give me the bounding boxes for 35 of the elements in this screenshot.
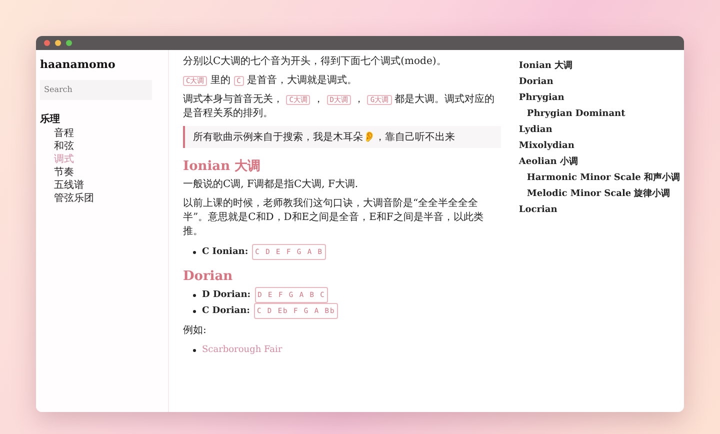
toc-link[interactable]: Locrian [518, 202, 680, 218]
bullet-icon [193, 348, 196, 352]
nav-item[interactable]: 音程 [40, 126, 164, 140]
blockquote: 所有歌曲示例来自于搜索，我是木耳朵👂，靠自己听不出来 [183, 126, 501, 148]
nav-item[interactable]: 管弦乐团 [40, 192, 164, 204]
close-icon[interactable] [44, 40, 50, 46]
maximize-icon[interactable] [66, 40, 72, 46]
nav-item[interactable]: 五线谱 [40, 178, 164, 192]
paragraph: 一般说的C调, F调都是指C大调, F大调. [183, 178, 360, 192]
paragraph: 分别以C大调的七个音为开头，得到下面七个调式(mode)。 [183, 55, 448, 69]
minimize-icon[interactable] [55, 40, 61, 46]
toc-link[interactable]: Ionian 大调 [518, 58, 680, 74]
toc-link[interactable]: Dorian [518, 74, 680, 90]
paragraph: 例如: [183, 324, 208, 338]
nav-item[interactable]: 和弦 [40, 140, 164, 152]
toc-link[interactable]: Aeolian 小调 [518, 154, 680, 170]
scale-label: D Dorian: [202, 289, 251, 302]
section-heading: Dorian [183, 269, 234, 284]
scale-label: C Ionian: [202, 246, 248, 259]
nav-section[interactable]: 乐理 [40, 112, 164, 126]
toc-link[interactable]: Phrygian [518, 90, 680, 106]
toc-link[interactable]: Harmonic Minor Scale 和声小调 [518, 170, 680, 186]
nav-item[interactable]: 节奏 [40, 166, 164, 178]
toc-link[interactable]: Mixolydian [518, 138, 680, 154]
bullet-icon [193, 310, 196, 312]
search-field[interactable]: Search [40, 80, 152, 100]
toc-link[interactable]: Melodic Minor Scale 旋律小调 [518, 186, 680, 202]
toc-link[interactable]: Phrygian Dominant [518, 106, 680, 122]
section-heading: Ionian 大调 [183, 158, 262, 175]
bullet-icon [193, 294, 196, 296]
paragraph: 以前上课的时候，老师教我们这句口诀，大调音阶是“全全半全全全半”。意思就是C和D，D和E之间是全音，E和F之间是半音，以此类推。 [183, 197, 484, 239]
scale-label: C Dorian: [202, 305, 250, 318]
toc-link[interactable]: Lydian [518, 122, 680, 138]
site-title[interactable]: haanamomo [40, 58, 164, 71]
bullet-icon [193, 250, 196, 254]
